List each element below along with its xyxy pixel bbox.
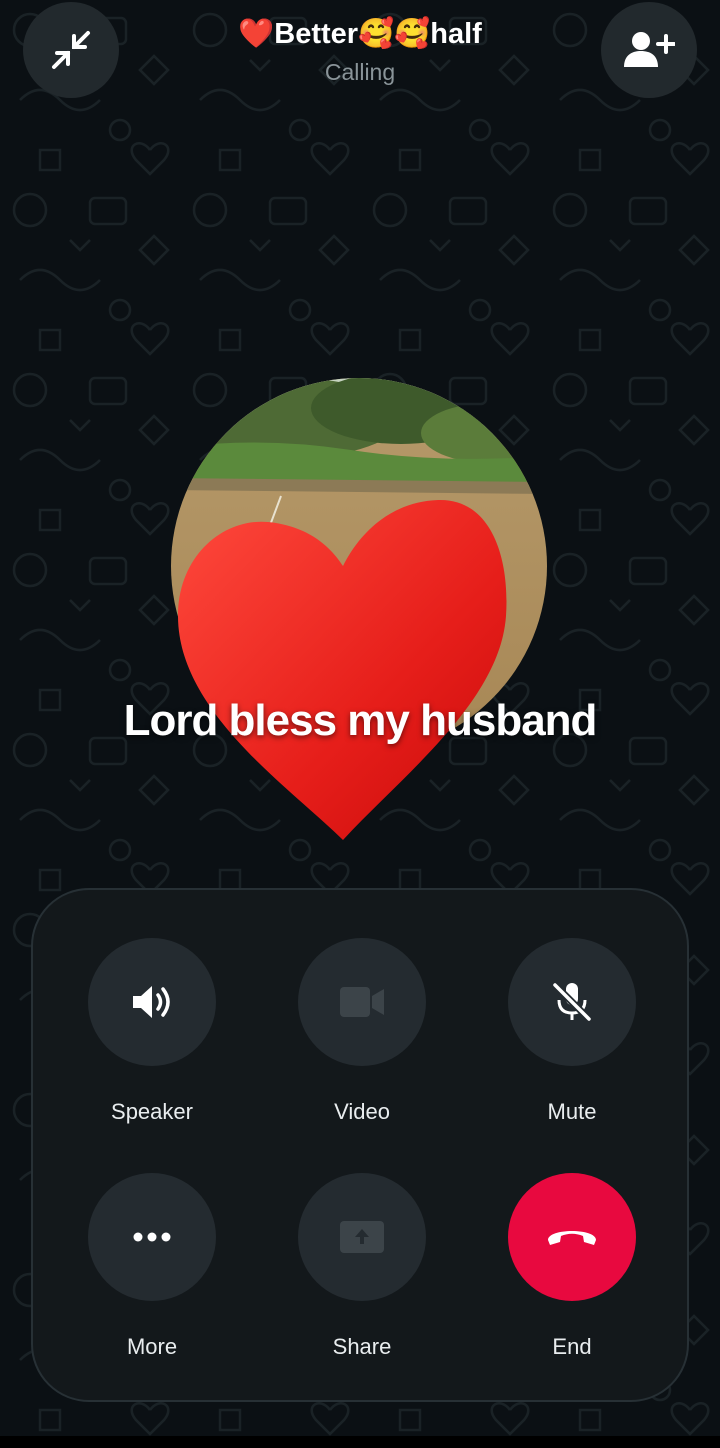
system-navigation-bar: [0, 1436, 720, 1448]
heart-sticker: [178, 499, 507, 840]
call-controls-panel: Speaker Video Mute More Share End: [31, 888, 689, 1402]
mic-off-icon: [552, 982, 592, 1022]
mute-button[interactable]: Mute: [477, 938, 667, 1148]
video-circle[interactable]: [298, 938, 426, 1066]
end-call-label: End: [552, 1334, 592, 1359]
video-camera-icon: [340, 987, 384, 1017]
end-call-icon: [548, 1231, 596, 1245]
share-label: Share: [332, 1334, 392, 1359]
video-label: Video: [334, 1099, 390, 1124]
video-button[interactable]: Video: [267, 938, 457, 1148]
share-button[interactable]: Share: [267, 1173, 457, 1383]
screen-share-icon: [340, 1221, 384, 1253]
more-label: More: [126, 1334, 178, 1359]
speaker-circle[interactable]: [88, 938, 216, 1066]
add-participant-button[interactable]: [601, 2, 697, 98]
call-status: Calling: [324, 59, 396, 85]
speaker-icon: [133, 986, 170, 1018]
more-circle[interactable]: [88, 1173, 216, 1301]
mute-circle[interactable]: [508, 938, 636, 1066]
end-call-button[interactable]: End: [477, 1173, 667, 1383]
collapse-arrows-icon: [52, 31, 90, 69]
avatar-caption: Lord bless my husband: [123, 696, 598, 745]
minimize-call-button[interactable]: [23, 2, 119, 98]
share-circle[interactable]: [298, 1173, 426, 1301]
caller-name: ❤️Better🥰🥰half: [238, 18, 482, 50]
mute-label: Mute: [547, 1099, 597, 1124]
call-header: ❤️Better🥰🥰half Calling: [120, 14, 600, 90]
more-button[interactable]: More: [57, 1173, 247, 1383]
more-dots-icon: [133, 1232, 171, 1242]
speaker-button[interactable]: Speaker: [57, 938, 247, 1148]
speaker-label: Speaker: [111, 1099, 193, 1124]
add-person-icon: [624, 32, 675, 67]
end-call-circle[interactable]: [508, 1173, 636, 1301]
